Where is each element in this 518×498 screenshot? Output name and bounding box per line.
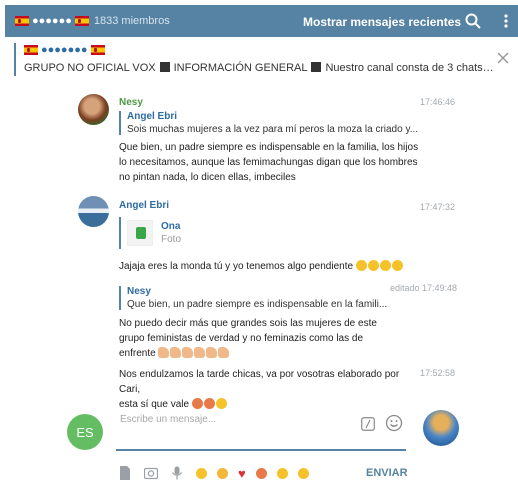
quick-emoji-grin-icon[interactable]	[297, 467, 309, 479]
spain-flag-icon	[90, 45, 105, 55]
reply-text: Sois muchas mujeres a la vez para mí per…	[127, 124, 419, 135]
laughing-emoji-icon	[379, 260, 391, 271]
laughing-emoji-icon	[391, 260, 403, 271]
sender-name[interactable]: Angel Ebri	[119, 200, 419, 211]
message-text: Que bien, un padre siempre es indispensa…	[119, 140, 419, 185]
attach-file-icon[interactable]	[118, 466, 132, 480]
flexed-arm-emoji-icon	[158, 347, 170, 358]
message-line: esta sí que vale	[119, 399, 190, 410]
reply-author: Ona	[161, 221, 181, 232]
commands-icon[interactable]	[361, 417, 375, 431]
reply-author: Nesy	[127, 286, 151, 297]
close-icon[interactable]	[497, 52, 509, 64]
attach-photo-icon[interactable]	[144, 466, 158, 480]
message-line: Jajaja eres la monda tú y yo tenemos alg…	[119, 261, 354, 272]
laughing-emoji-icon	[367, 260, 379, 271]
reply-quote[interactable]: Nesy Que bien, un padre siempre es indis…	[119, 286, 419, 310]
composer-toolbar: ♥	[118, 464, 319, 482]
more-vertical-icon[interactable]	[502, 13, 510, 29]
quick-emoji-tears-of-joy-icon[interactable]	[196, 467, 207, 479]
message-time: 17:46:46	[420, 97, 456, 107]
reply-text: Foto	[161, 234, 182, 245]
spain-flag-icon	[24, 45, 38, 55]
laughing-emoji-icon	[355, 260, 367, 271]
clapping-hands-emoji-icon	[194, 347, 206, 358]
avatar[interactable]	[78, 196, 109, 227]
reply-author: Angel Ebri	[127, 111, 178, 122]
message: Nesy Que bien, un padre siempre es indis…	[119, 283, 419, 361]
pinned-text: GRUPO NO OFICIAL VOX INFORMACIÓN GENERAL N…	[24, 61, 496, 74]
send-button[interactable]: ENVIAR	[366, 467, 408, 479]
member-count: 1833 miembros	[93, 15, 170, 27]
reply-quote[interactable]: Ona Foto	[119, 217, 419, 249]
pinned-name: ●●●●●●●	[41, 44, 88, 56]
message-line: Que bien, un padre siempre es indispensa…	[119, 142, 419, 153]
flexed-arm-emoji-icon	[182, 347, 194, 358]
message-text: No puedo decir más que grandes sois las …	[119, 316, 419, 361]
message-line: enfrente	[119, 348, 156, 359]
message-text: Jajaja eres la monda tú y yo tenemos alg…	[119, 259, 419, 274]
black-square-icon	[311, 62, 322, 72]
spain-flag-icon	[74, 16, 89, 26]
message-line: lo necesitamos, aunque las femimachungas…	[119, 157, 418, 168]
group-name: ●●●●●●	[32, 15, 72, 27]
message-line: No puedo decir más que grandes sois las …	[119, 318, 377, 329]
clapping-hands-emoji-icon	[218, 347, 230, 358]
search-icon[interactable]	[465, 13, 481, 29]
pinned-segment: INFORMACIÓN GENERAL	[173, 62, 308, 74]
user-avatar[interactable]: ES	[67, 414, 103, 450]
heart-eyes-emoji-icon	[203, 398, 215, 409]
message-line: grupo feministas de verdad y no feminazi…	[119, 333, 364, 344]
group-title[interactable]: ●●●●●● 1833 miembros	[15, 15, 170, 27]
message: Angel Ebri Ona Foto Jajaja eres la monda…	[119, 200, 419, 274]
message-time: editado 17:49:48	[390, 283, 458, 293]
clapping-hands-emoji-icon	[206, 347, 218, 358]
pinned-segment: GRUPO NO OFICIAL VOX	[24, 62, 156, 74]
message-time: 17:52:58	[420, 368, 456, 378]
quick-emoji-heart-eyes-icon[interactable]	[255, 467, 267, 479]
sender-name[interactable]: Nesy	[119, 97, 419, 108]
pinned-title: ●●●●●●●	[24, 43, 494, 57]
quick-emoji-smile-icon[interactable]	[276, 467, 288, 479]
black-square-icon	[159, 62, 170, 72]
message-text: Nos endulzamos la tarde chicas, va por v…	[119, 367, 419, 412]
channel-avatar[interactable]	[423, 410, 459, 446]
avatar[interactable]	[78, 94, 109, 125]
message: Nesy Angel Ebri Sois muchas mujeres a la…	[119, 97, 419, 185]
spain-flag-icon	[15, 16, 29, 26]
microphone-icon[interactable]	[170, 466, 184, 480]
reply-quote[interactable]: Angel Ebri Sois muchas mujeres a la vez …	[119, 111, 419, 135]
message-line: Nos endulzamos la tarde chicas, va por v…	[119, 369, 400, 395]
reply-text: Que bien, un padre siempre es indispensa…	[127, 299, 388, 310]
photo-thumbnail	[127, 220, 153, 246]
message-time: 17:47:32	[420, 202, 456, 212]
message-line: no pintan nada, lo dicen ellas, imbecile…	[119, 172, 296, 183]
heart-eyes-emoji-icon	[191, 398, 203, 409]
quick-emoji-kiss-icon[interactable]	[217, 467, 228, 479]
show-recent-button[interactable]: Mostrar mensajes recientes	[303, 15, 461, 29]
pinned-message[interactable]: ●●●●●●● GRUPO NO OFICIAL VOX INFORMACIÓN …	[14, 43, 496, 76]
pinned-segment: Nuestro canal consta de 3 chats: 1️⃣Chat…	[325, 62, 496, 74]
emoji-picker-icon[interactable]	[385, 414, 403, 432]
message: Nos endulzamos la tarde chicas, va por v…	[119, 367, 419, 412]
chat-header: ●●●●●● 1833 miembros Mostrar mensajes re…	[5, 5, 518, 37]
smiling-emoji-icon	[215, 398, 227, 409]
flexed-arm-emoji-icon	[170, 347, 182, 358]
quick-emoji-heart-icon[interactable]: ♥	[238, 467, 246, 480]
